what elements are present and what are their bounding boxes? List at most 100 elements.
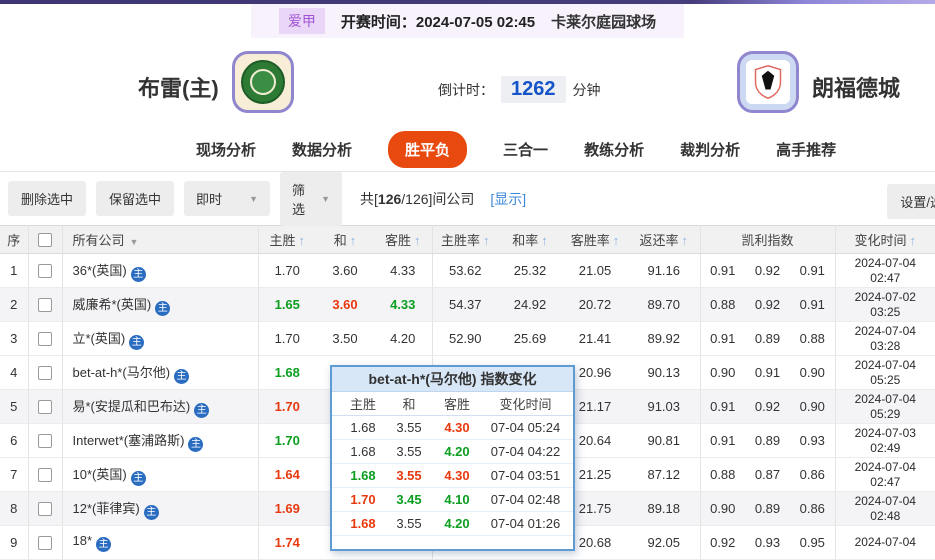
home-odds-cell[interactable]: 1.74: [258, 525, 316, 560]
company-cell[interactable]: 威廉希*(英国) 主: [62, 287, 259, 322]
company-main-badge-icon: 主: [130, 470, 146, 486]
popup-row: 1.70 3.45 4.10 07-04 02:48: [332, 488, 573, 512]
company-cell[interactable]: 立*(英国) 主: [62, 321, 259, 356]
kickoff-time: 开赛时间：2024-07-05 02:45: [340, 13, 536, 31]
row-checkbox[interactable]: [38, 434, 52, 449]
popup-home-odds: 1.68: [350, 444, 376, 459]
filter-dropdown[interactable]: 筛选 ▼: [280, 171, 343, 226]
return-rate-cell: 92.05: [628, 525, 701, 560]
away-rate-cell: 20.72: [562, 287, 628, 322]
select-all-checkbox[interactable]: [38, 233, 52, 248]
home-odds-cell[interactable]: 1.69: [258, 491, 316, 526]
tab-coach[interactable]: 教练分析: [584, 139, 644, 160]
tab-referee[interactable]: 裁判分析: [680, 139, 740, 160]
away-odds-cell[interactable]: 4.33: [374, 253, 433, 288]
popup-row: 1.68 3.55 4.20 07-04 01:26: [332, 512, 573, 536]
company-name: 易*(安提瓜和巴布达): [72, 398, 191, 414]
company-cell[interactable]: bet-at-h*(马尔他) 主: [62, 355, 259, 390]
kelly-cell: 0.92: [700, 525, 745, 560]
match-info-bar: 爱甲 开赛时间：2024-07-05 02:45 卡莱尔庭园球场: [0, 4, 935, 38]
company-cell[interactable]: 10*(英国) 主: [62, 457, 259, 492]
kelly-cell: 0.89: [745, 491, 790, 526]
away-odds-cell[interactable]: 4.33: [374, 287, 433, 322]
tab-data[interactable]: 数据分析: [292, 139, 352, 160]
draw-odds-cell[interactable]: 3.50: [316, 321, 374, 356]
row-checkbox[interactable]: [38, 400, 52, 415]
row-checkbox[interactable]: [38, 298, 52, 313]
popup-draw-odds: 3.55: [396, 420, 422, 435]
checkbox-cell[interactable]: [28, 457, 63, 492]
checkbox-cell[interactable]: [28, 389, 63, 424]
row-checkbox[interactable]: [38, 536, 52, 551]
col-kelly: 凯利指数: [700, 225, 836, 254]
col-company[interactable]: 所有公司 ▼: [62, 225, 259, 254]
return-rate-cell: 87.12: [628, 457, 701, 492]
col-change-time[interactable]: 变化时间 ↑: [835, 225, 935, 254]
settings-button[interactable]: 设置/选择: [887, 184, 935, 219]
home-odds-cell[interactable]: 1.70: [258, 423, 316, 458]
home-odds-cell[interactable]: 1.64: [258, 457, 316, 492]
keep-selected-button[interactable]: 保留选中: [96, 181, 175, 216]
kelly-cell: 0.86: [790, 491, 836, 526]
instant-dropdown[interactable]: 即时 ▼: [184, 181, 271, 216]
checkbox-cell[interactable]: [28, 321, 63, 356]
row-checkbox[interactable]: [38, 332, 52, 347]
company-name: bet-at-h*(马尔他): [72, 364, 171, 380]
draw-rate-cell: 24.92: [498, 287, 562, 322]
row-checkbox[interactable]: [38, 366, 52, 381]
col-select-all[interactable]: [28, 225, 63, 254]
draw-odds-cell[interactable]: 3.60: [316, 287, 374, 322]
company-cell[interactable]: 36*(英国) 主: [62, 253, 259, 288]
row-checkbox[interactable]: [38, 502, 52, 517]
company-name: 36*(英国): [72, 262, 127, 278]
away-odds-cell[interactable]: 4.20: [374, 321, 433, 356]
popup-home-odds: 1.70: [350, 492, 376, 507]
checkbox-cell[interactable]: [28, 287, 63, 322]
company-cell[interactable]: 易*(安提瓜和巴布达) 主: [62, 389, 259, 424]
col-home-rate[interactable]: 主胜率 ↑: [432, 225, 498, 254]
row-checkbox[interactable]: [38, 468, 52, 483]
delete-selected-button[interactable]: 删除选中: [8, 181, 87, 216]
col-away-odds[interactable]: 客胜 ↑: [374, 225, 433, 254]
company-cell[interactable]: 18* 主: [62, 525, 259, 560]
away-team-logo: [737, 51, 799, 113]
checkbox-cell[interactable]: [28, 525, 63, 560]
return-rate-cell: 90.13: [628, 355, 701, 390]
popup-draw-odds: 3.45: [396, 492, 422, 507]
table-row: 3 立*(英国) 主 1.70 3.50 4.20 52.90 25.69 21.41 89.92…: [0, 321, 935, 356]
tab-live[interactable]: 现场分析: [196, 139, 256, 160]
tab-wdl[interactable]: 胜平负: [388, 131, 468, 168]
home-odds-cell[interactable]: 1.65: [258, 287, 316, 322]
company-name: 立*(英国): [72, 330, 126, 346]
return-rate-cell: 90.81: [628, 423, 701, 458]
checkbox-cell[interactable]: [28, 355, 63, 390]
company-name: Interwet*(塞浦路斯): [72, 432, 185, 448]
home-odds-cell[interactable]: 1.70: [258, 389, 316, 424]
company-cell[interactable]: 12*(菲律宾) 主: [62, 491, 259, 526]
checkbox-cell[interactable]: [28, 253, 63, 288]
home-odds-cell[interactable]: 1.68: [258, 355, 316, 390]
row-checkbox[interactable]: [38, 264, 52, 279]
match-header: 布雷(主) 倒计时： 1262 分钟 朗福德城: [0, 38, 935, 128]
col-return-rate[interactable]: 返还率 ↑: [628, 225, 701, 254]
home-odds-cell[interactable]: 1.70: [258, 253, 316, 288]
kelly-cell: 0.90: [790, 355, 836, 390]
seq-cell: 6: [0, 423, 29, 458]
checkbox-cell[interactable]: [28, 491, 63, 526]
seq-cell: 4: [0, 355, 29, 390]
checkbox-cell[interactable]: [28, 423, 63, 458]
col-away-rate[interactable]: 客胜率 ↑: [562, 225, 628, 254]
draw-odds-cell[interactable]: 3.60: [316, 253, 374, 288]
home-rate-cell: 52.90: [432, 321, 498, 356]
venue: 卡莱尔庭园球场: [551, 13, 657, 31]
tab-three-in-one[interactable]: 三合一: [503, 139, 548, 160]
tab-expert[interactable]: 高手推荐: [776, 139, 836, 160]
company-cell[interactable]: Interwet*(塞浦路斯) 主: [62, 423, 259, 458]
col-draw-rate[interactable]: 和率 ↑: [498, 225, 562, 254]
popup-draw-odds: 3.55: [396, 516, 422, 531]
popup-rows: 1.68 3.55 4.30 07-04 05:24 1.68 3.55 4.20 07-04…: [332, 416, 573, 536]
col-home-odds[interactable]: 主胜 ↑: [258, 225, 316, 254]
show-link[interactable]: [显示]: [490, 189, 526, 209]
home-odds-cell[interactable]: 1.70: [258, 321, 316, 356]
col-draw-odds[interactable]: 和 ↑: [316, 225, 374, 254]
